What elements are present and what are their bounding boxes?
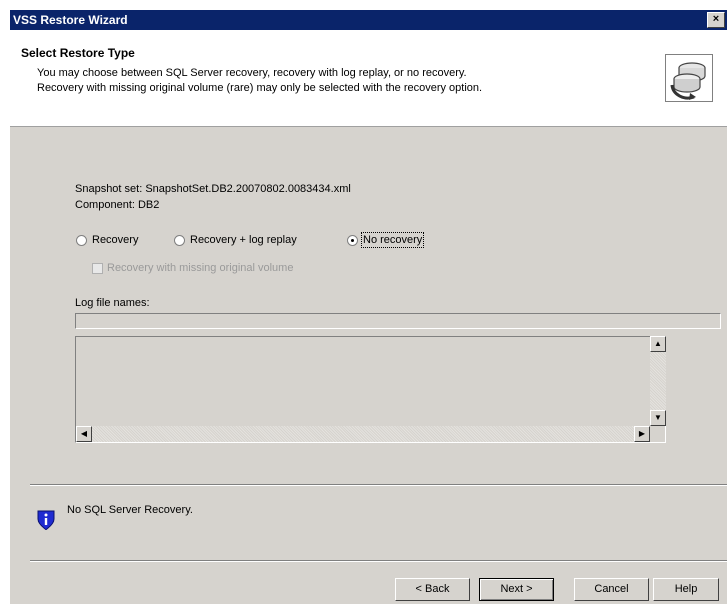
next-button[interactable]: Next > [479, 578, 554, 601]
scroll-up-icon[interactable]: ▲ [650, 336, 666, 352]
horizontal-scrollbar[interactable]: ◀ ▶ [76, 426, 650, 442]
wizard-header: Select Restore Type You may choose betwe… [10, 30, 727, 127]
scroll-down-icon[interactable]: ▼ [650, 410, 666, 426]
description-line-1: You may choose between SQL Server recove… [37, 67, 467, 79]
radio-recovery-indicator[interactable] [76, 234, 87, 246]
radio-recovery-label: Recovery [92, 234, 139, 246]
vertical-scrollbar[interactable]: ▲ ▼ [650, 336, 666, 426]
snapshot-set-label: Snapshot set: SnapshotSet.DB2.20070802.0… [75, 183, 351, 195]
page-description: You may choose between SQL Server recove… [37, 66, 637, 96]
log-file-names-label: Log file names: [75, 297, 150, 309]
radio-no-recovery-indicator[interactable] [347, 234, 358, 246]
status-message: No SQL Server Recovery. [67, 504, 193, 516]
wizard-window: VSS Restore Wizard × Select Restore Type… [10, 10, 727, 604]
missing-volume-checkbox[interactable]: Recovery with missing original volume [92, 262, 293, 274]
radio-recovery-log-replay-indicator[interactable] [174, 234, 185, 246]
close-icon[interactable]: × [707, 12, 725, 28]
cancel-button[interactable]: Cancel [574, 578, 649, 601]
log-file-names-field[interactable] [75, 313, 721, 329]
window-title: VSS Restore Wizard [13, 13, 128, 27]
radio-recovery-log-replay-label: Recovery + log replay [190, 234, 297, 246]
component-label: Component: DB2 [75, 199, 160, 211]
missing-volume-label: Recovery with missing original volume [107, 262, 294, 274]
help-button[interactable]: Help [653, 578, 719, 601]
divider-bottom [30, 560, 727, 562]
info-shield-icon [37, 509, 55, 531]
missing-volume-checkbox-box[interactable] [92, 262, 103, 274]
title-bar: VSS Restore Wizard × [10, 10, 727, 30]
description-line-2: Recovery with missing original volume (r… [37, 82, 483, 94]
database-restore-icon [665, 54, 713, 102]
scroll-right-icon[interactable]: ▶ [634, 426, 650, 442]
radio-no-recovery[interactable]: No recovery [347, 232, 425, 248]
scroll-left-icon[interactable]: ◀ [76, 426, 92, 442]
radio-recovery-log-replay[interactable]: Recovery + log replay [174, 234, 297, 246]
radio-recovery[interactable]: Recovery [76, 234, 138, 246]
back-button[interactable]: < Back [395, 578, 470, 601]
radio-no-recovery-label: No recovery [360, 232, 425, 248]
page-title: Select Restore Type [21, 46, 135, 60]
divider-top [30, 484, 727, 486]
